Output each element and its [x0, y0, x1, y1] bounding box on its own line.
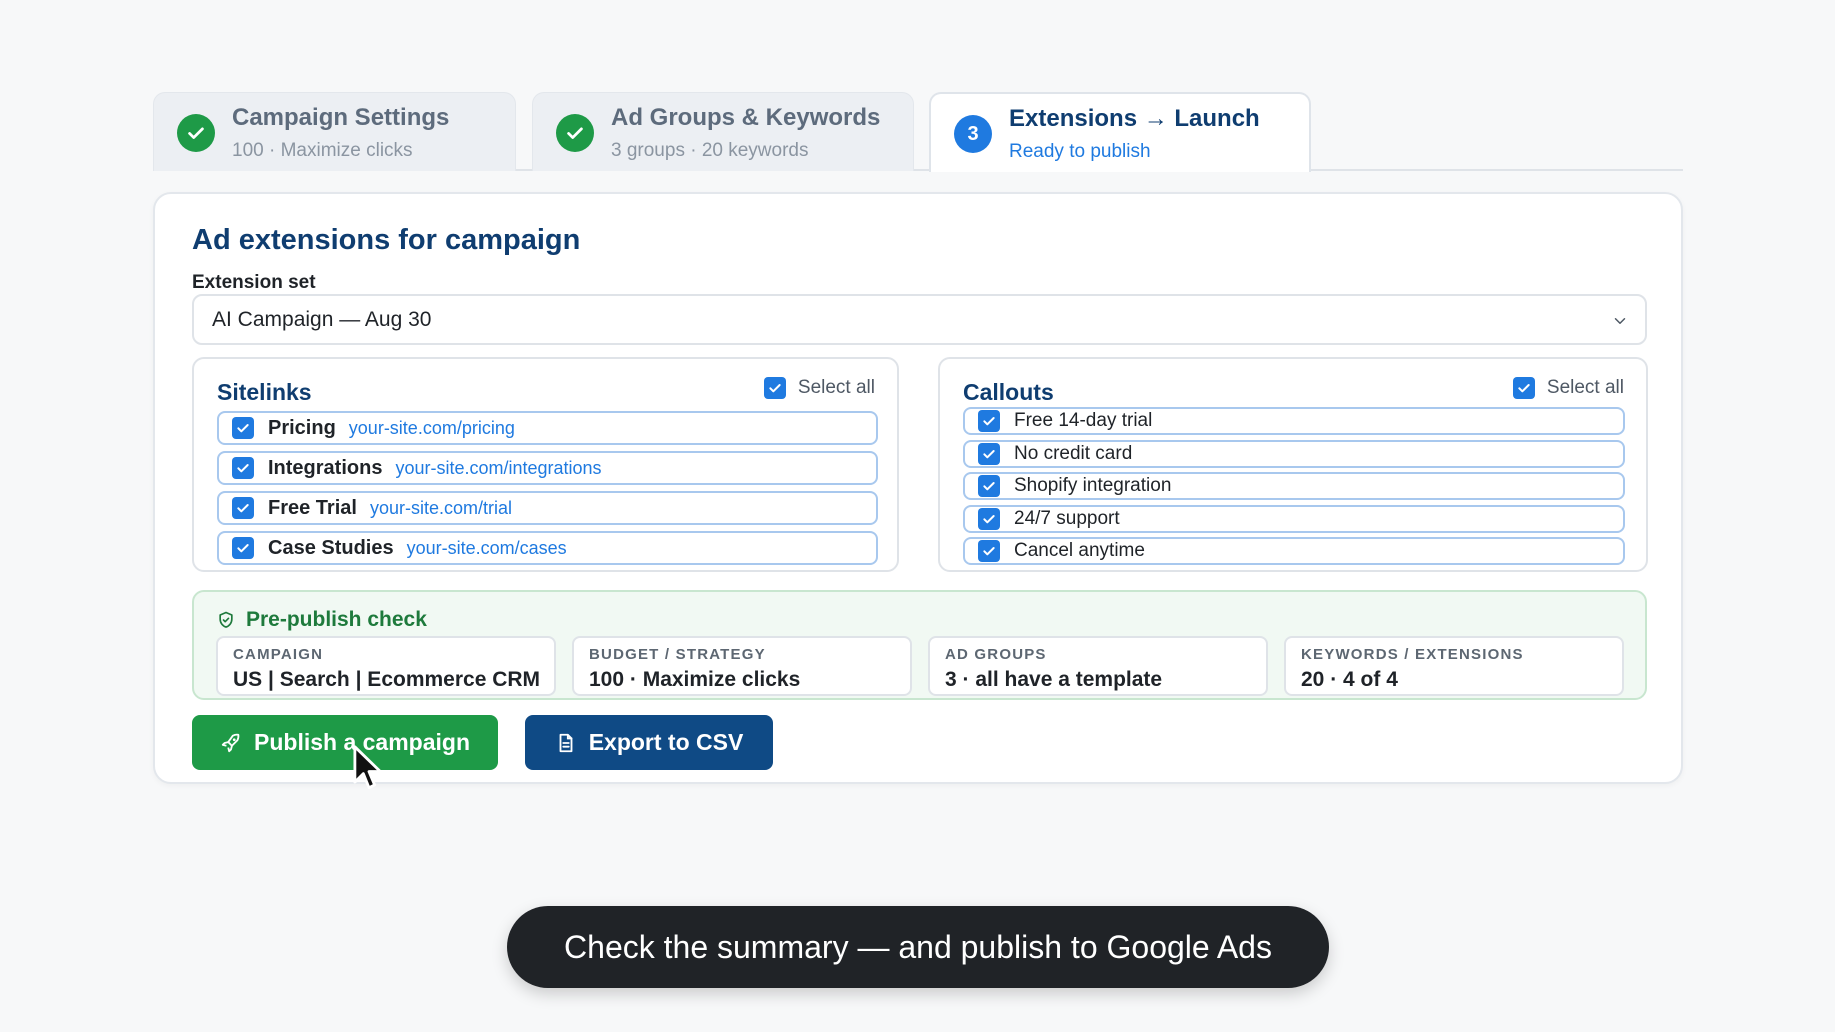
checkbox-checked[interactable] — [232, 417, 254, 439]
sitelink-name: Integrations — [268, 456, 383, 479]
summary-budget-strategy: BUDGET / STRATEGY 100 · Maximize clicks — [572, 636, 912, 696]
sitelinks-panel: Sitelinks Select all Pricing your-site.c… — [192, 357, 899, 572]
sitelink-row[interactable]: Integrations your-site.com/integrations — [217, 451, 878, 485]
wizard-stepper: Campaign Settings 100 · Maximize clicks … — [153, 92, 1683, 172]
export-csv-button[interactable]: Export to CSV — [525, 715, 773, 770]
step-extensions-launch[interactable]: 3 Extensions → Launch Ready to publish — [929, 92, 1311, 172]
summary-label: BUDGET / STRATEGY — [589, 646, 766, 663]
checkbox-checked[interactable] — [978, 475, 1000, 497]
sitelink-name: Case Studies — [268, 536, 394, 559]
checkbox-checked[interactable] — [1512, 377, 1535, 399]
wizard-stage: Campaign Settings 100 · Maximize clicks … — [0, 0, 1835, 1032]
callout-text: Free 14-day trial — [1014, 410, 1153, 431]
prepublish-title: Pre-publish check — [246, 608, 427, 631]
checkbox-checked[interactable] — [232, 537, 254, 559]
prepublish-check: Pre-publish check CAMPAIGN US | Search |… — [192, 590, 1647, 700]
chevron-down-icon — [1614, 318, 1626, 324]
check-icon — [983, 417, 995, 426]
step-title: Extensions → Launch — [1009, 105, 1260, 132]
callout-text: Cancel anytime — [1014, 540, 1145, 561]
check-icon — [983, 547, 995, 556]
callout-row[interactable]: 24/7 support — [963, 505, 1625, 533]
sitelink-name: Pricing — [268, 416, 336, 439]
select-all-label: Select all — [797, 377, 875, 398]
export-button-label: Export to CSV — [588, 729, 744, 755]
mouse-cursor-icon — [353, 745, 382, 790]
check-icon — [769, 384, 781, 393]
sitelink-row[interactable]: Pricing your-site.com/pricing — [217, 411, 878, 445]
summary-value: 100 · Maximize clicks — [589, 668, 801, 691]
checkbox-checked[interactable] — [978, 443, 1000, 465]
caption-banner: Check the summary — and publish to Googl… — [507, 906, 1329, 988]
summary-label: CAMPAIGN — [233, 646, 324, 663]
callouts-panel: Callouts Select all Free 14-day trial No… — [938, 357, 1648, 572]
rocket-icon — [221, 733, 240, 752]
checkbox-checked[interactable] — [978, 540, 1000, 562]
summary-ad-groups: AD GROUPS 3 · all have a template — [928, 636, 1268, 696]
checkbox-checked[interactable] — [978, 508, 1000, 530]
step-title: Campaign Settings — [232, 104, 450, 131]
step-ad-groups-keywords[interactable]: Ad Groups & Keywords 3 groups · 20 keywo… — [532, 92, 914, 171]
sitelinks-title: Sitelinks — [217, 379, 312, 405]
publish-campaign-button[interactable]: Publish a campaign — [192, 715, 498, 770]
check-icon — [237, 424, 249, 433]
sitelink-url: your-site.com/pricing — [348, 417, 515, 438]
summary-label: KEYWORDS / EXTENSIONS — [1301, 646, 1524, 663]
select-all-label: Select all — [1546, 377, 1624, 398]
summary-keywords-extensions: KEYWORDS / EXTENSIONS 20 · 4 of 4 — [1284, 636, 1624, 696]
ad-extensions-card: Ad extensions for campaign Extension set… — [153, 192, 1683, 784]
summary-label: AD GROUPS — [945, 646, 1047, 663]
sitelink-row[interactable]: Case Studies your-site.com/cases — [217, 531, 878, 565]
check-icon — [237, 464, 249, 473]
callout-row[interactable]: Cancel anytime — [963, 537, 1625, 565]
extension-set-label: Extension set — [192, 272, 316, 293]
sitelink-url: your-site.com/trial — [369, 497, 512, 518]
step-subtitle: 3 groups · 20 keywords — [611, 140, 809, 161]
prepublish-header: Pre-publish check — [216, 608, 427, 632]
checkbox-checked[interactable] — [978, 410, 1000, 432]
document-icon — [559, 733, 573, 752]
callout-text: 24/7 support — [1014, 508, 1120, 529]
sitelink-name: Free Trial — [268, 496, 357, 519]
sitelink-url: your-site.com/cases — [406, 537, 567, 558]
step-subtitle: 100 · Maximize clicks — [232, 140, 413, 161]
shield-check-icon — [219, 611, 233, 628]
check-icon — [983, 515, 995, 524]
callout-row[interactable]: No credit card — [963, 440, 1625, 468]
check-icon — [237, 544, 249, 553]
summary-campaign: CAMPAIGN US | Search | Ecommerce CRM — [216, 636, 556, 696]
check-icon — [556, 114, 594, 152]
callout-text: Shopify integration — [1014, 475, 1172, 496]
step-number-badge: 3 — [954, 115, 992, 153]
callout-text: No credit card — [1014, 443, 1133, 464]
check-icon — [177, 114, 215, 152]
step-subtitle: Ready to publish — [1009, 141, 1151, 162]
checkbox-checked[interactable] — [232, 497, 254, 519]
summary-value: US | Search | Ecommerce CRM — [233, 668, 541, 691]
step-campaign-settings[interactable]: Campaign Settings 100 · Maximize clicks — [153, 92, 516, 171]
extension-set-value: AI Campaign — Aug 30 — [212, 308, 432, 331]
checkbox-checked[interactable] — [232, 457, 254, 479]
summary-value: 20 · 4 of 4 — [1301, 668, 1398, 691]
summary-value: 3 · all have a template — [945, 668, 1163, 691]
sitelink-row[interactable]: Free Trial your-site.com/trial — [217, 491, 878, 525]
checkbox-checked[interactable] — [763, 377, 786, 399]
callouts-select-all[interactable]: Select all — [1512, 377, 1624, 399]
check-icon — [1518, 384, 1530, 393]
callouts-title: Callouts — [963, 379, 1054, 405]
check-icon — [983, 450, 995, 459]
sitelink-url: your-site.com/integrations — [395, 457, 602, 478]
card-title: Ad extensions for campaign — [192, 224, 581, 256]
sitelinks-select-all[interactable]: Select all — [763, 377, 875, 399]
step-title: Ad Groups & Keywords — [611, 104, 881, 131]
extension-set-select[interactable]: AI Campaign — Aug 30 — [192, 294, 1647, 345]
check-icon — [237, 504, 249, 513]
check-icon — [983, 482, 995, 491]
callout-row[interactable]: Free 14-day trial — [963, 407, 1625, 435]
callout-row[interactable]: Shopify integration — [963, 472, 1625, 500]
